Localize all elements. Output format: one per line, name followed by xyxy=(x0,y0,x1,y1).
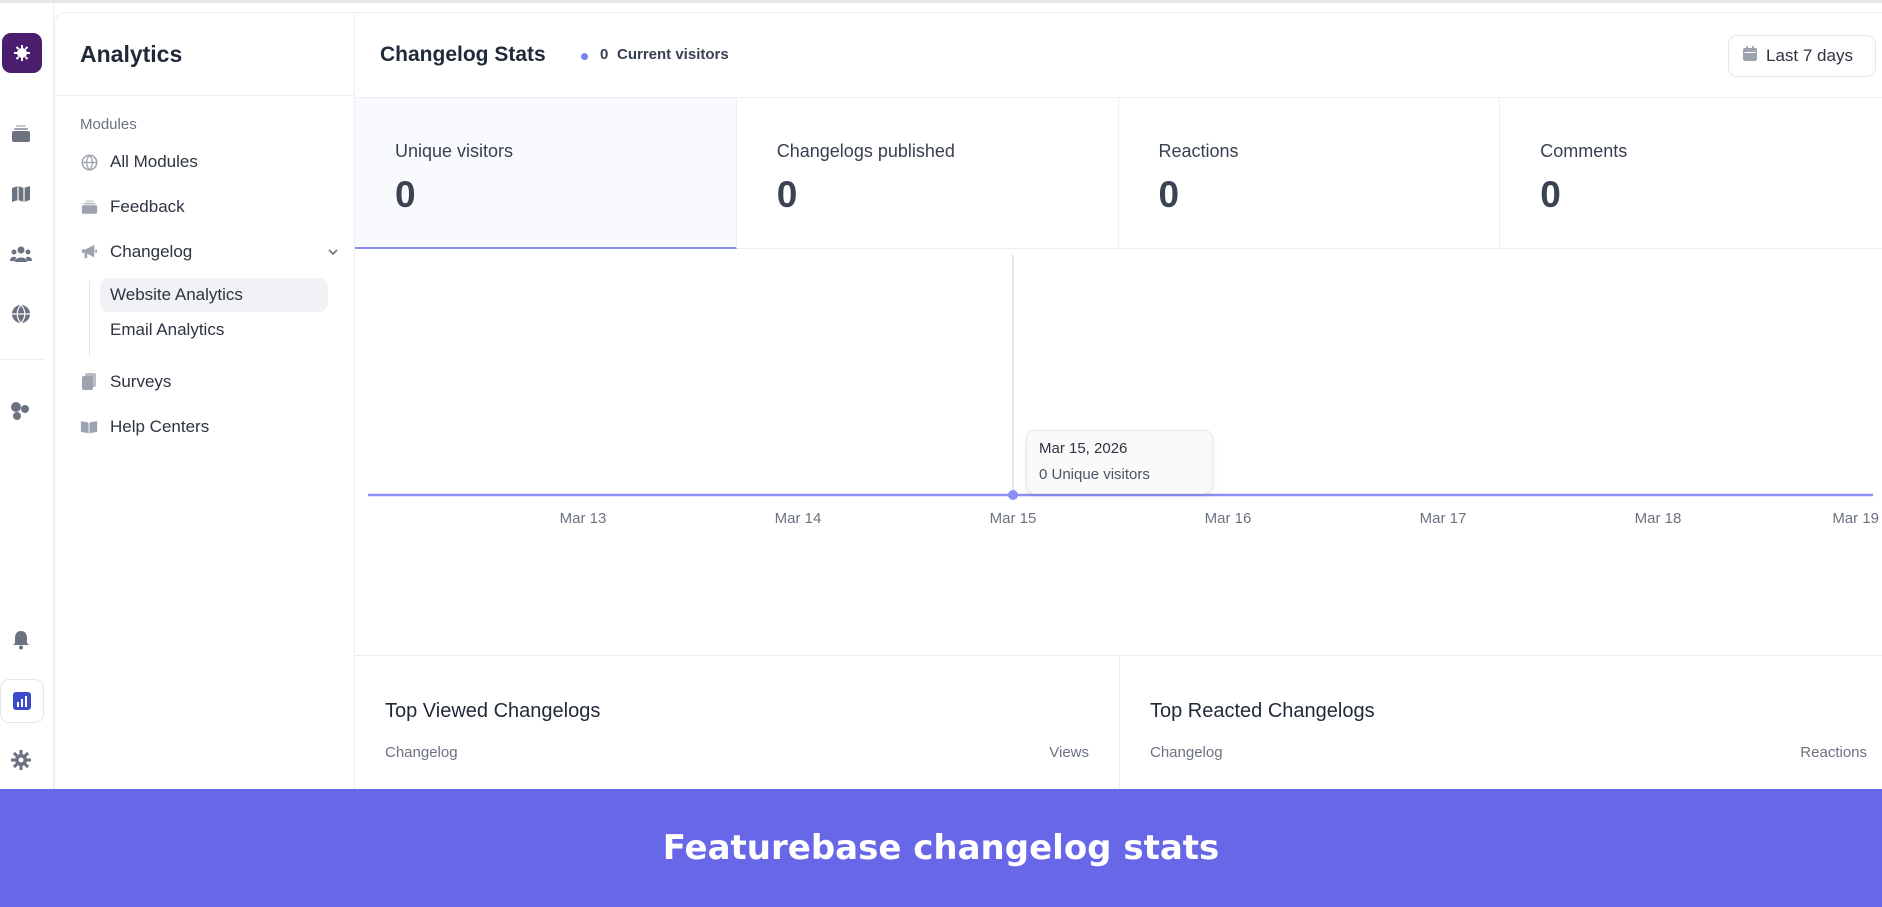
date-range-button[interactable]: Last 7 days xyxy=(1728,35,1876,77)
sidebar-subitem-email-analytics[interactable]: Email Analytics xyxy=(100,313,328,347)
logo-icon[interactable] xyxy=(2,33,42,73)
stat-card-unique-visitors[interactable]: Unique visitors 0 xyxy=(355,98,737,249)
x-tick-label: Mar 16 xyxy=(1205,510,1252,527)
tooltip-value: 0 Unique visitors xyxy=(1039,466,1150,483)
analytics-sidebar: Analytics Modules All Modules Feedback C… xyxy=(54,12,355,789)
sidebar-item-label: Surveys xyxy=(110,372,172,391)
stat-label: Unique visitors xyxy=(395,141,514,161)
panel-title: Top Reacted Changelogs xyxy=(1150,700,1375,722)
sidebar-subitem-website-analytics[interactable]: Website Analytics xyxy=(100,278,328,312)
sidebar-item-label: Changelog xyxy=(110,242,193,261)
x-tick-label: Mar 18 xyxy=(1635,510,1682,527)
top-reacted-panel: Top Reacted Changelogs Changelog Reactio… xyxy=(1120,656,1882,791)
rail-divider xyxy=(0,359,44,360)
inbox-icon[interactable] xyxy=(6,119,36,149)
banner-text: Featurebase changelog stats xyxy=(662,828,1220,868)
sidebar-item-feedback[interactable]: Feedback xyxy=(80,192,340,222)
megaphone-icon xyxy=(80,243,98,261)
sidebar-item-surveys[interactable]: Surveys xyxy=(80,367,340,397)
calendar-icon xyxy=(1743,46,1757,66)
stat-value: 0 xyxy=(1158,174,1180,215)
book-icon xyxy=(80,418,98,436)
stack-icon xyxy=(80,198,98,216)
stat-label: Changelogs published xyxy=(776,141,955,161)
stat-value: 0 xyxy=(776,174,798,215)
sidebar-item-label: Help Centers xyxy=(110,417,210,436)
tooltip-date: Mar 15, 2026 xyxy=(1039,440,1128,457)
top-viewed-panel: Top Viewed Changelogs Changelog Views xyxy=(355,656,1120,791)
chart-svg: Mar 13 Mar 14 Mar 15 Mar 16 Mar 17 Mar 18 Mar … xyxy=(368,255,1879,527)
live-dot-icon xyxy=(581,53,588,60)
gear-icon[interactable] xyxy=(6,745,36,775)
users-icon[interactable] xyxy=(6,239,36,269)
icon-rail xyxy=(0,3,54,789)
bottom-panels: Top Viewed Changelogs Changelog Views To… xyxy=(355,655,1882,791)
stat-card-comments[interactable]: Comments 0 xyxy=(1500,98,1882,249)
column-header-views: Views xyxy=(1049,744,1089,761)
current-visitors-count: 0 xyxy=(600,46,609,63)
x-tick-label: Mar 15 xyxy=(990,510,1037,527)
sidebar-item-help-centers[interactable]: Help Centers xyxy=(80,412,340,442)
stat-label: Reactions xyxy=(1158,141,1239,161)
sidebar-item-changelog[interactable]: Changelog xyxy=(80,237,340,267)
globe-icon[interactable] xyxy=(6,299,36,329)
page-title: Changelog Stats xyxy=(380,43,546,66)
stats-row: Unique visitors 0 Changelogs published 0… xyxy=(355,98,1882,249)
stat-value: 0 xyxy=(1540,174,1561,215)
caption-banner: Featurebase changelog stats xyxy=(0,789,1882,907)
chart-tooltip: Mar 15, 2026 0 Unique visitors xyxy=(1026,430,1213,494)
chevron-down-icon[interactable] xyxy=(326,244,340,264)
x-tick-label: Mar 17 xyxy=(1420,510,1467,527)
column-header-changelog: Changelog xyxy=(385,744,458,761)
x-tick-label: Mar 14 xyxy=(775,510,822,527)
stat-card-changelogs-published[interactable]: Changelogs published 0 xyxy=(737,98,1119,249)
app-window: Analytics Modules All Modules Feedback C… xyxy=(0,0,1882,791)
stat-card-reactions[interactable]: Reactions 0 xyxy=(1119,98,1501,249)
stat-label: Comments xyxy=(1540,141,1628,161)
main-content: Changelog Stats 0 Current visitors Last … xyxy=(355,12,1882,791)
bell-icon[interactable] xyxy=(6,625,36,655)
column-header-reactions: Reactions xyxy=(1800,744,1867,761)
sidebar-title: Analytics xyxy=(80,41,183,67)
clipboard-icon xyxy=(80,373,98,391)
sidebar-divider xyxy=(55,95,355,96)
current-visitors-label: Current visitors xyxy=(617,46,729,63)
tree-line xyxy=(89,281,90,357)
data-point[interactable] xyxy=(1008,490,1018,500)
x-tick-label: Mar 13 xyxy=(560,510,607,527)
sidebar-item-label: Feedback xyxy=(110,197,185,216)
stat-value: 0 xyxy=(395,174,416,215)
sidebar-section-label: Modules xyxy=(80,116,137,133)
map-icon[interactable] xyxy=(6,179,36,209)
analytics-icon[interactable] xyxy=(0,679,44,723)
integrations-icon[interactable] xyxy=(6,396,36,426)
x-tick-label: Mar 19 xyxy=(1832,510,1879,527)
sidebar-item-all-modules[interactable]: All Modules xyxy=(80,147,340,177)
globe-icon xyxy=(80,153,98,171)
column-header-changelog: Changelog xyxy=(1150,744,1223,761)
date-range-label: Last 7 days xyxy=(1766,46,1853,65)
visitors-chart[interactable]: Mar 13 Mar 14 Mar 15 Mar 16 Mar 17 Mar 18 Mar … xyxy=(355,249,1882,655)
panel-title: Top Viewed Changelogs xyxy=(385,700,601,722)
sidebar-item-label: All Modules xyxy=(110,152,198,171)
